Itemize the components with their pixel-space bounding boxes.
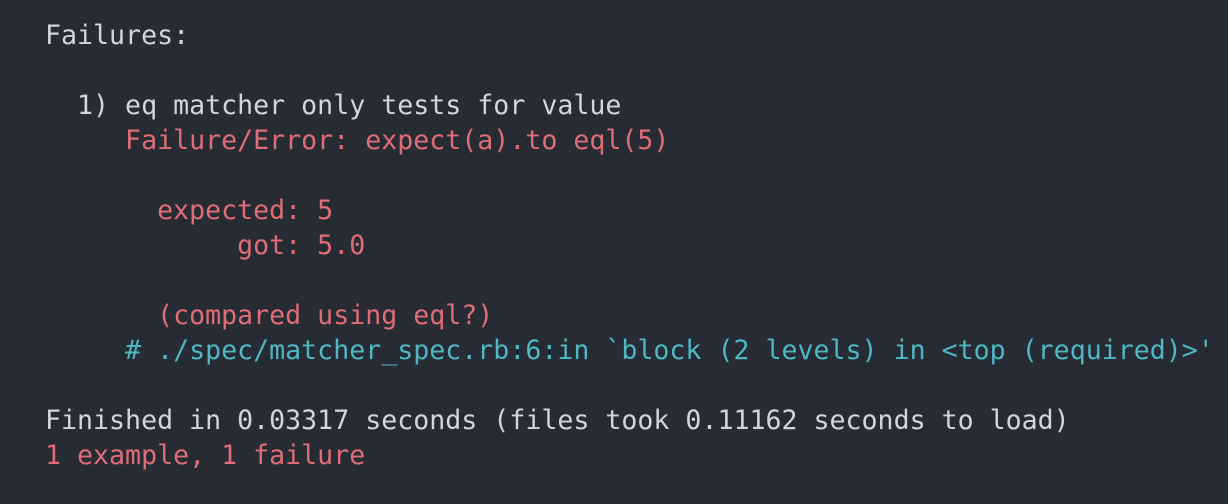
got-line: got: 5.0 — [45, 230, 366, 261]
failure-title: 1) eq matcher only tests for value — [45, 90, 622, 121]
failure-error-line: Failure/Error: expect(a).to eql(5) — [45, 125, 670, 156]
compared-line: (compared using eql?) — [45, 300, 494, 331]
backtrace-line: # ./spec/matcher_spec.rb:6:in `block (2 … — [45, 335, 1214, 366]
failures-header: Failures: — [45, 20, 190, 51]
finished-line: Finished in 0.03317 seconds (files took … — [45, 405, 1070, 436]
expected-line: expected: 5 — [45, 195, 334, 226]
terminal-output: Failures: 1) eq matcher only tests for v… — [0, 0, 1228, 504]
summary-line: 1 example, 1 failure — [45, 440, 366, 471]
